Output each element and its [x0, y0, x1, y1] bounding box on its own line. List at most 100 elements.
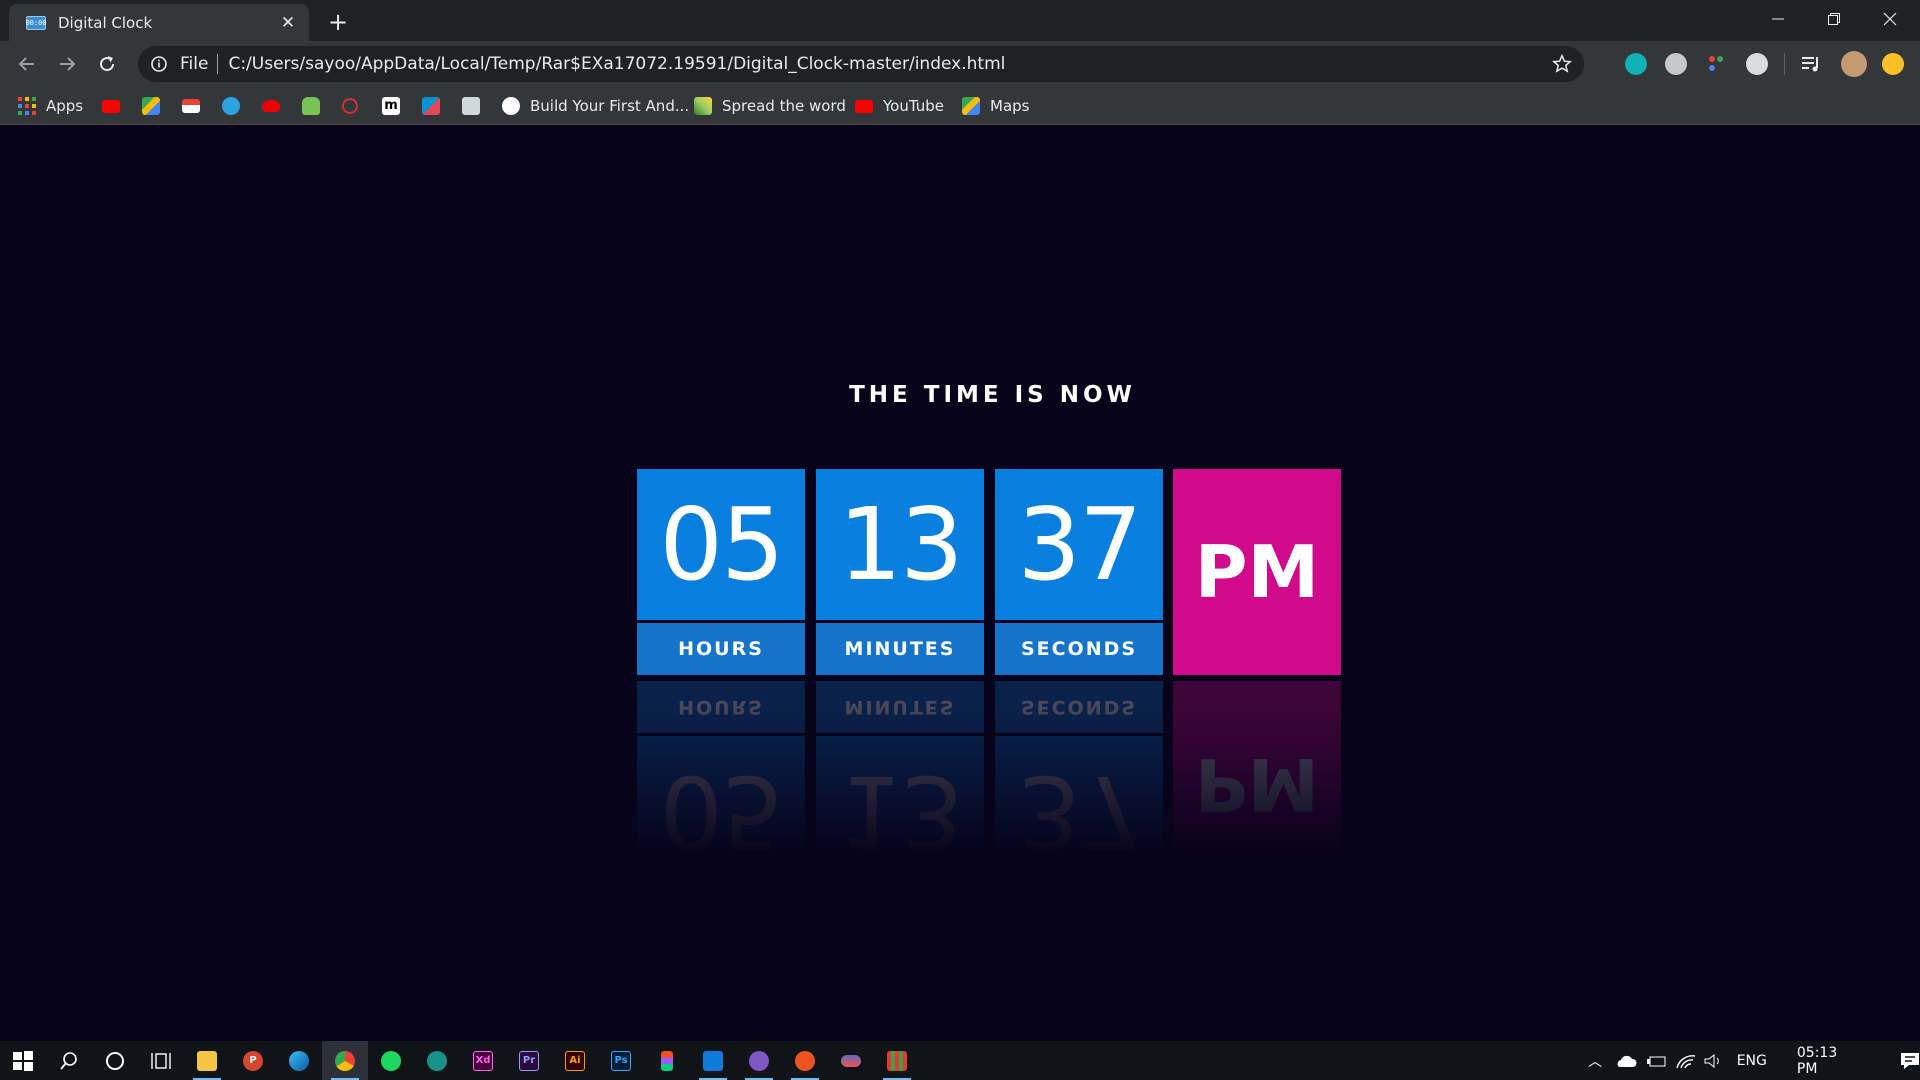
bookmark-youtube-named[interactable]: YouTube — [855, 87, 944, 125]
bookmark-gmail[interactable] — [182, 87, 200, 125]
extension-yellow-icon[interactable] — [1882, 53, 1904, 75]
task-view-icon — [151, 1052, 171, 1069]
start-button[interactable] — [0, 1041, 46, 1080]
taskbar-chrome[interactable] — [322, 1041, 368, 1080]
bookmark-maps-named[interactable]: Maps — [962, 87, 1029, 125]
bookmarks-bar: Apps m Build Your First And... Spread th… — [0, 87, 1920, 125]
minimize-button[interactable] — [1750, 0, 1806, 38]
folder-icon — [197, 1050, 217, 1071]
cortana-button[interactable] — [92, 1041, 138, 1080]
bookmark-star-icon[interactable] — [1552, 54, 1572, 74]
chrome-icon — [335, 1050, 355, 1071]
extension-m-icon[interactable] — [1625, 53, 1647, 75]
bookmark-ruby[interactable] — [342, 87, 358, 125]
taskbar-vscode[interactable] — [690, 1041, 736, 1080]
photoshop-icon: Ps — [611, 1050, 631, 1071]
minutes-cell: 13 MINUTES — [816, 469, 984, 675]
app-grid-icon — [887, 1050, 907, 1071]
wps-icon: P — [243, 1050, 263, 1071]
extension-circle-icon[interactable] — [1746, 53, 1768, 75]
back-button[interactable] — [13, 50, 41, 78]
toolbar-divider — [1784, 53, 1785, 75]
taskbar-adobe-xd[interactable]: Xd — [460, 1041, 506, 1080]
tab-digital-clock[interactable]: 00:00 Digital Clock ✕ — [9, 4, 309, 41]
profile-avatar[interactable] — [1841, 51, 1867, 77]
bookmark-telegram[interactable] — [222, 87, 240, 125]
close-window-button[interactable] — [1862, 0, 1918, 38]
taskbar-app-circle[interactable] — [736, 1041, 782, 1080]
hours-cell: 05 HOURS — [637, 469, 805, 675]
notification-icon[interactable] — [1900, 1052, 1920, 1070]
spotify-icon — [381, 1050, 401, 1071]
seconds-label: SECONDS — [995, 623, 1163, 675]
bookmark-medium[interactable]: m — [382, 87, 400, 125]
clock-time[interactable]: 05:13 PM — [1797, 1045, 1862, 1077]
bookmark-spread-the-word[interactable]: Spread the word — [694, 87, 846, 125]
task-view-button[interactable] — [138, 1041, 184, 1080]
battery-icon[interactable] — [1645, 1053, 1667, 1069]
taskbar-figma[interactable] — [644, 1041, 690, 1080]
taskbar-edge[interactable] — [276, 1041, 322, 1080]
forward-button[interactable] — [53, 50, 81, 78]
hours-reflection-value: 05 — [637, 736, 805, 887]
taskbar-premiere[interactable]: Pr — [506, 1041, 552, 1080]
system-tray: ︿ ENG 05:13 PM — [1585, 1041, 1920, 1080]
minutes-reflection: 13 MINUTES — [816, 681, 984, 887]
reload-button[interactable] — [93, 50, 121, 78]
bookmark-maps[interactable] — [142, 87, 160, 125]
chevron-up-icon[interactable]: ︿ — [1585, 1051, 1605, 1071]
page-content: THE TIME IS NOW 05 HOURS 13 MINUTES 37 S… — [0, 126, 1920, 1041]
restore-button[interactable] — [1806, 0, 1862, 38]
extension-dots-icon[interactable] — [1705, 53, 1727, 75]
youtube-icon — [102, 99, 120, 113]
url-scheme: File — [180, 54, 209, 74]
cortana-icon — [106, 1051, 124, 1070]
adobe-xd-icon: Xd — [473, 1050, 493, 1071]
android-icon — [302, 97, 320, 115]
gitkraken-icon — [427, 1050, 447, 1071]
taskbar-ubuntu[interactable] — [782, 1041, 828, 1080]
onedrive-cloud-icon[interactable] — [1615, 1053, 1637, 1069]
extension-check-icon[interactable] — [1665, 53, 1687, 75]
tab-strip: 00:00 Digital Clock ✕ + — [0, 0, 1920, 41]
address-bar[interactable]: File C:/Users/sayoo/AppData/Local/Temp/R… — [138, 46, 1584, 82]
ampm-value: PM — [1173, 469, 1341, 675]
volume-icon[interactable] — [1703, 1052, 1725, 1070]
bookmark-site[interactable] — [462, 87, 480, 125]
language-indicator[interactable]: ENG — [1737, 1053, 1767, 1069]
kotlin-icon — [422, 97, 440, 115]
back-arrow-icon — [18, 57, 34, 71]
seconds-reflection: 37 SECONDS — [995, 681, 1163, 887]
taskbar-gitkraken[interactable] — [414, 1041, 460, 1080]
taskbar-photoshop[interactable]: Ps — [598, 1041, 644, 1080]
medium-icon: m — [382, 97, 400, 115]
taskbar-file-explorer[interactable] — [184, 1041, 230, 1080]
bookmark-redhat[interactable] — [262, 87, 280, 125]
bookmark-apps[interactable]: Apps — [18, 87, 83, 125]
taskbar-wps[interactable]: P — [230, 1041, 276, 1080]
seconds-cell: 37 SECONDS — [995, 469, 1163, 675]
wifi-icon[interactable] — [1675, 1052, 1697, 1070]
bookmark-youtube[interactable] — [102, 87, 120, 125]
url-text[interactable]: C:/Users/sayoo/AppData/Local/Temp/Rar$EX… — [228, 54, 1005, 74]
close-tab-icon[interactable]: ✕ — [277, 12, 299, 34]
media-queue-icon[interactable] — [1800, 53, 1822, 75]
reload-icon — [100, 56, 115, 72]
taskbar-app-pill[interactable] — [828, 1041, 874, 1080]
taskbar-spotify[interactable] — [368, 1041, 414, 1080]
minutes-label: MINUTES — [816, 623, 984, 675]
new-tab-button[interactable]: + — [324, 8, 352, 36]
clock-favicon-icon: 00:00 — [25, 15, 47, 30]
bookmark-android[interactable] — [302, 87, 320, 125]
taskbar-app-grid[interactable] — [874, 1041, 920, 1080]
hours-value: 05 — [637, 469, 805, 620]
redhat-icon — [262, 100, 280, 112]
info-icon[interactable] — [150, 55, 168, 73]
vscode-icon — [703, 1050, 723, 1071]
taskbar-illustrator[interactable]: Ai — [552, 1041, 598, 1080]
search-button[interactable] — [46, 1041, 92, 1080]
bookmark-build-first-app[interactable]: Build Your First And... — [502, 87, 689, 125]
ampm-reflection-value: PM — [1173, 681, 1341, 887]
bookmark-kotlin[interactable] — [422, 87, 440, 125]
bookmark-site-icon — [462, 97, 480, 115]
